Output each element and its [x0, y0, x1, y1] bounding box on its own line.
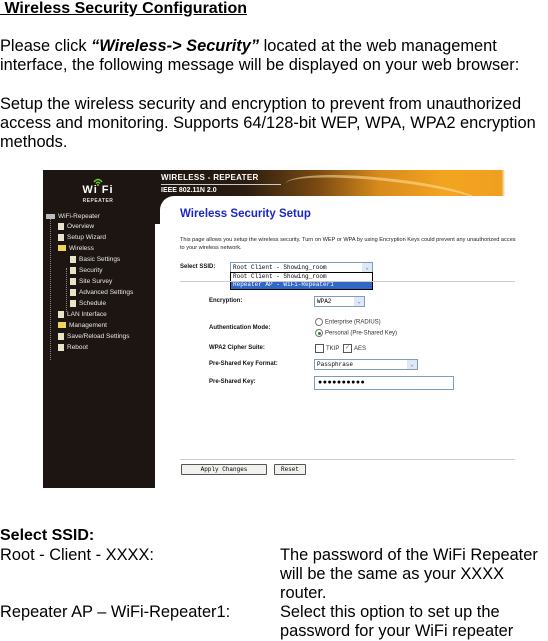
- ssid-option-root-client[interactable]: Root Client - Showing_room: [231, 273, 372, 281]
- psk-format-value: Passphrase: [317, 361, 354, 368]
- logo-text: Wi Fi: [82, 184, 114, 196]
- select-ssid-label: Select SSID:: [180, 264, 216, 270]
- radio-button[interactable]: [315, 318, 323, 326]
- chevron-down-icon[interactable]: ⌄: [407, 360, 417, 369]
- tree-item-save-reload[interactable]: Save/Reload Settings: [58, 332, 130, 342]
- tree-label: Setup Wizard: [67, 234, 107, 241]
- menu-path: “Wireless-> Security”: [91, 37, 260, 55]
- setup-paragraph: Setup the wireless security and encrypti…: [0, 95, 536, 151]
- encryption-select[interactable]: WPA2 ⌄: [314, 296, 365, 307]
- tree-item-site-survey[interactable]: Site Survey: [70, 277, 112, 287]
- page-icon: [58, 222, 64, 230]
- tree-item-wifi-repeater[interactable]: WiFi-Repeater: [46, 212, 100, 222]
- tree-item-schedule[interactable]: Schedule: [70, 299, 106, 309]
- page-icon: [70, 299, 76, 307]
- tree-label: Save/Reload Settings: [67, 333, 130, 340]
- checkbox[interactable]: [315, 344, 324, 353]
- tree-label: LAN Interface: [67, 311, 107, 318]
- auth-mode-label: Authentication Mode:: [209, 325, 271, 331]
- tree-label: Security: [79, 267, 103, 274]
- psk-input[interactable]: ●●●●●●●●●●: [314, 376, 454, 390]
- tree-item-reboot[interactable]: Reboot: [58, 343, 88, 353]
- intro-paragraph: Please click “Wireless-> Security” locat…: [0, 37, 548, 75]
- page-icon: [70, 266, 76, 274]
- definition-term: Root - Client - XXXX:: [0, 546, 154, 564]
- auth-option-label: Personal (Pre-Shared Key): [325, 330, 398, 337]
- definition-description: Select this option to set up the passwor…: [280, 603, 514, 640]
- tree-label: Advanced Settings: [79, 289, 134, 296]
- page-icon: [70, 255, 76, 263]
- tree-item-overview[interactable]: Overview: [58, 222, 94, 232]
- encryption-label: Encryption:: [209, 298, 243, 304]
- tree-label: Wireless: [69, 245, 94, 252]
- tree-label: Site Survey: [79, 278, 113, 285]
- psk-format-label: Pre-Shared Key Format:: [209, 361, 278, 367]
- cipher-option-label: TKIP: [326, 346, 340, 353]
- tree-label: Overview: [67, 223, 95, 230]
- cipher-option-aes[interactable]: ✓ AES: [343, 344, 366, 353]
- auth-option-label: Enterprise (RADIUS): [325, 319, 381, 326]
- page-icon: [58, 233, 64, 241]
- definition-description: The password of the WiFi Repeater will b…: [280, 546, 538, 602]
- folder-icon: [58, 322, 66, 329]
- page-icon: [70, 277, 76, 285]
- cipher-option-tkip[interactable]: TKIP: [315, 344, 339, 353]
- page-icon: [58, 310, 64, 318]
- router-ui-screenshot: Wi Fi REPEATER WIRELESS - REPEATER IEEE …: [43, 170, 516, 488]
- chevron-down-icon[interactable]: ⌄: [354, 297, 364, 306]
- ssid-option-repeater-ap[interactable]: Repeater AP - WiFi-Repeater1: [231, 281, 372, 289]
- auth-option-personal[interactable]: Personal (Pre-Shared Key): [315, 329, 397, 337]
- document-title: Wireless Security Configuration: [0, 0, 248, 17]
- header-divider: [161, 184, 281, 185]
- reset-button[interactable]: Reset: [274, 464, 306, 475]
- radio-button-selected[interactable]: [315, 329, 323, 337]
- page-title: Wireless Security Setup: [180, 208, 311, 220]
- wifi-logo: Wi Fi REPEATER: [63, 176, 133, 206]
- definition-term: Repeater AP – WiFi-Repeater1:: [0, 603, 231, 621]
- tree-item-lan-interface[interactable]: LAN Interface: [58, 310, 107, 320]
- page-icon: [58, 332, 64, 340]
- tree-label: Basic Settings: [79, 256, 121, 263]
- cipher-option-label: AES: [354, 346, 367, 353]
- header-standard: IEEE 802.11N 2.0: [161, 187, 217, 194]
- checkbox-checked[interactable]: ✓: [343, 344, 352, 353]
- divider: [180, 459, 515, 460]
- computer-icon: [46, 213, 55, 219]
- intro-prefix: Please click: [0, 37, 92, 55]
- tree-item-management[interactable]: Management: [58, 321, 107, 331]
- tree-item-advanced-settings[interactable]: Advanced Settings: [70, 288, 133, 298]
- tree-line: [66, 268, 67, 312]
- tree-label: Schedule: [79, 300, 107, 307]
- psk-label: Pre-Shared Key:: [209, 379, 256, 385]
- apply-changes-button[interactable]: Apply Changes: [181, 464, 267, 475]
- tree-label: Reboot: [67, 344, 88, 351]
- chevron-down-icon[interactable]: ⌄: [362, 263, 372, 272]
- divider: [180, 281, 515, 282]
- ssid-select-value: Root Client - Showing_room: [233, 264, 327, 271]
- psk-format-select[interactable]: Passphrase ⌄: [314, 359, 418, 370]
- page-description: This page allows you setup the wireless …: [180, 237, 516, 251]
- page-icon: [70, 288, 76, 296]
- cipher-suite-label: WPA2 Cipher Suite:: [209, 345, 265, 351]
- auth-option-enterprise[interactable]: Enterprise (RADIUS): [315, 318, 381, 326]
- section-title: Select SSID:: [0, 527, 95, 544]
- tree-item-security[interactable]: Security: [70, 266, 102, 276]
- tree-item-wireless[interactable]: Wireless: [58, 244, 94, 254]
- tree-label: WiFi-Repeater: [58, 213, 100, 220]
- header-product: WIRELESS - REPEATER: [161, 173, 259, 182]
- encryption-value: WPA2: [317, 298, 332, 305]
- page-icon: [58, 343, 64, 351]
- tree-item-basic-settings[interactable]: Basic Settings: [70, 255, 120, 265]
- tree-label: Management: [69, 322, 107, 329]
- tree-line: [50, 218, 51, 360]
- folder-open-icon: [58, 245, 66, 252]
- logo-subtext: REPEATER: [82, 198, 114, 204]
- tree-item-setup-wizard[interactable]: Setup Wizard: [58, 233, 106, 243]
